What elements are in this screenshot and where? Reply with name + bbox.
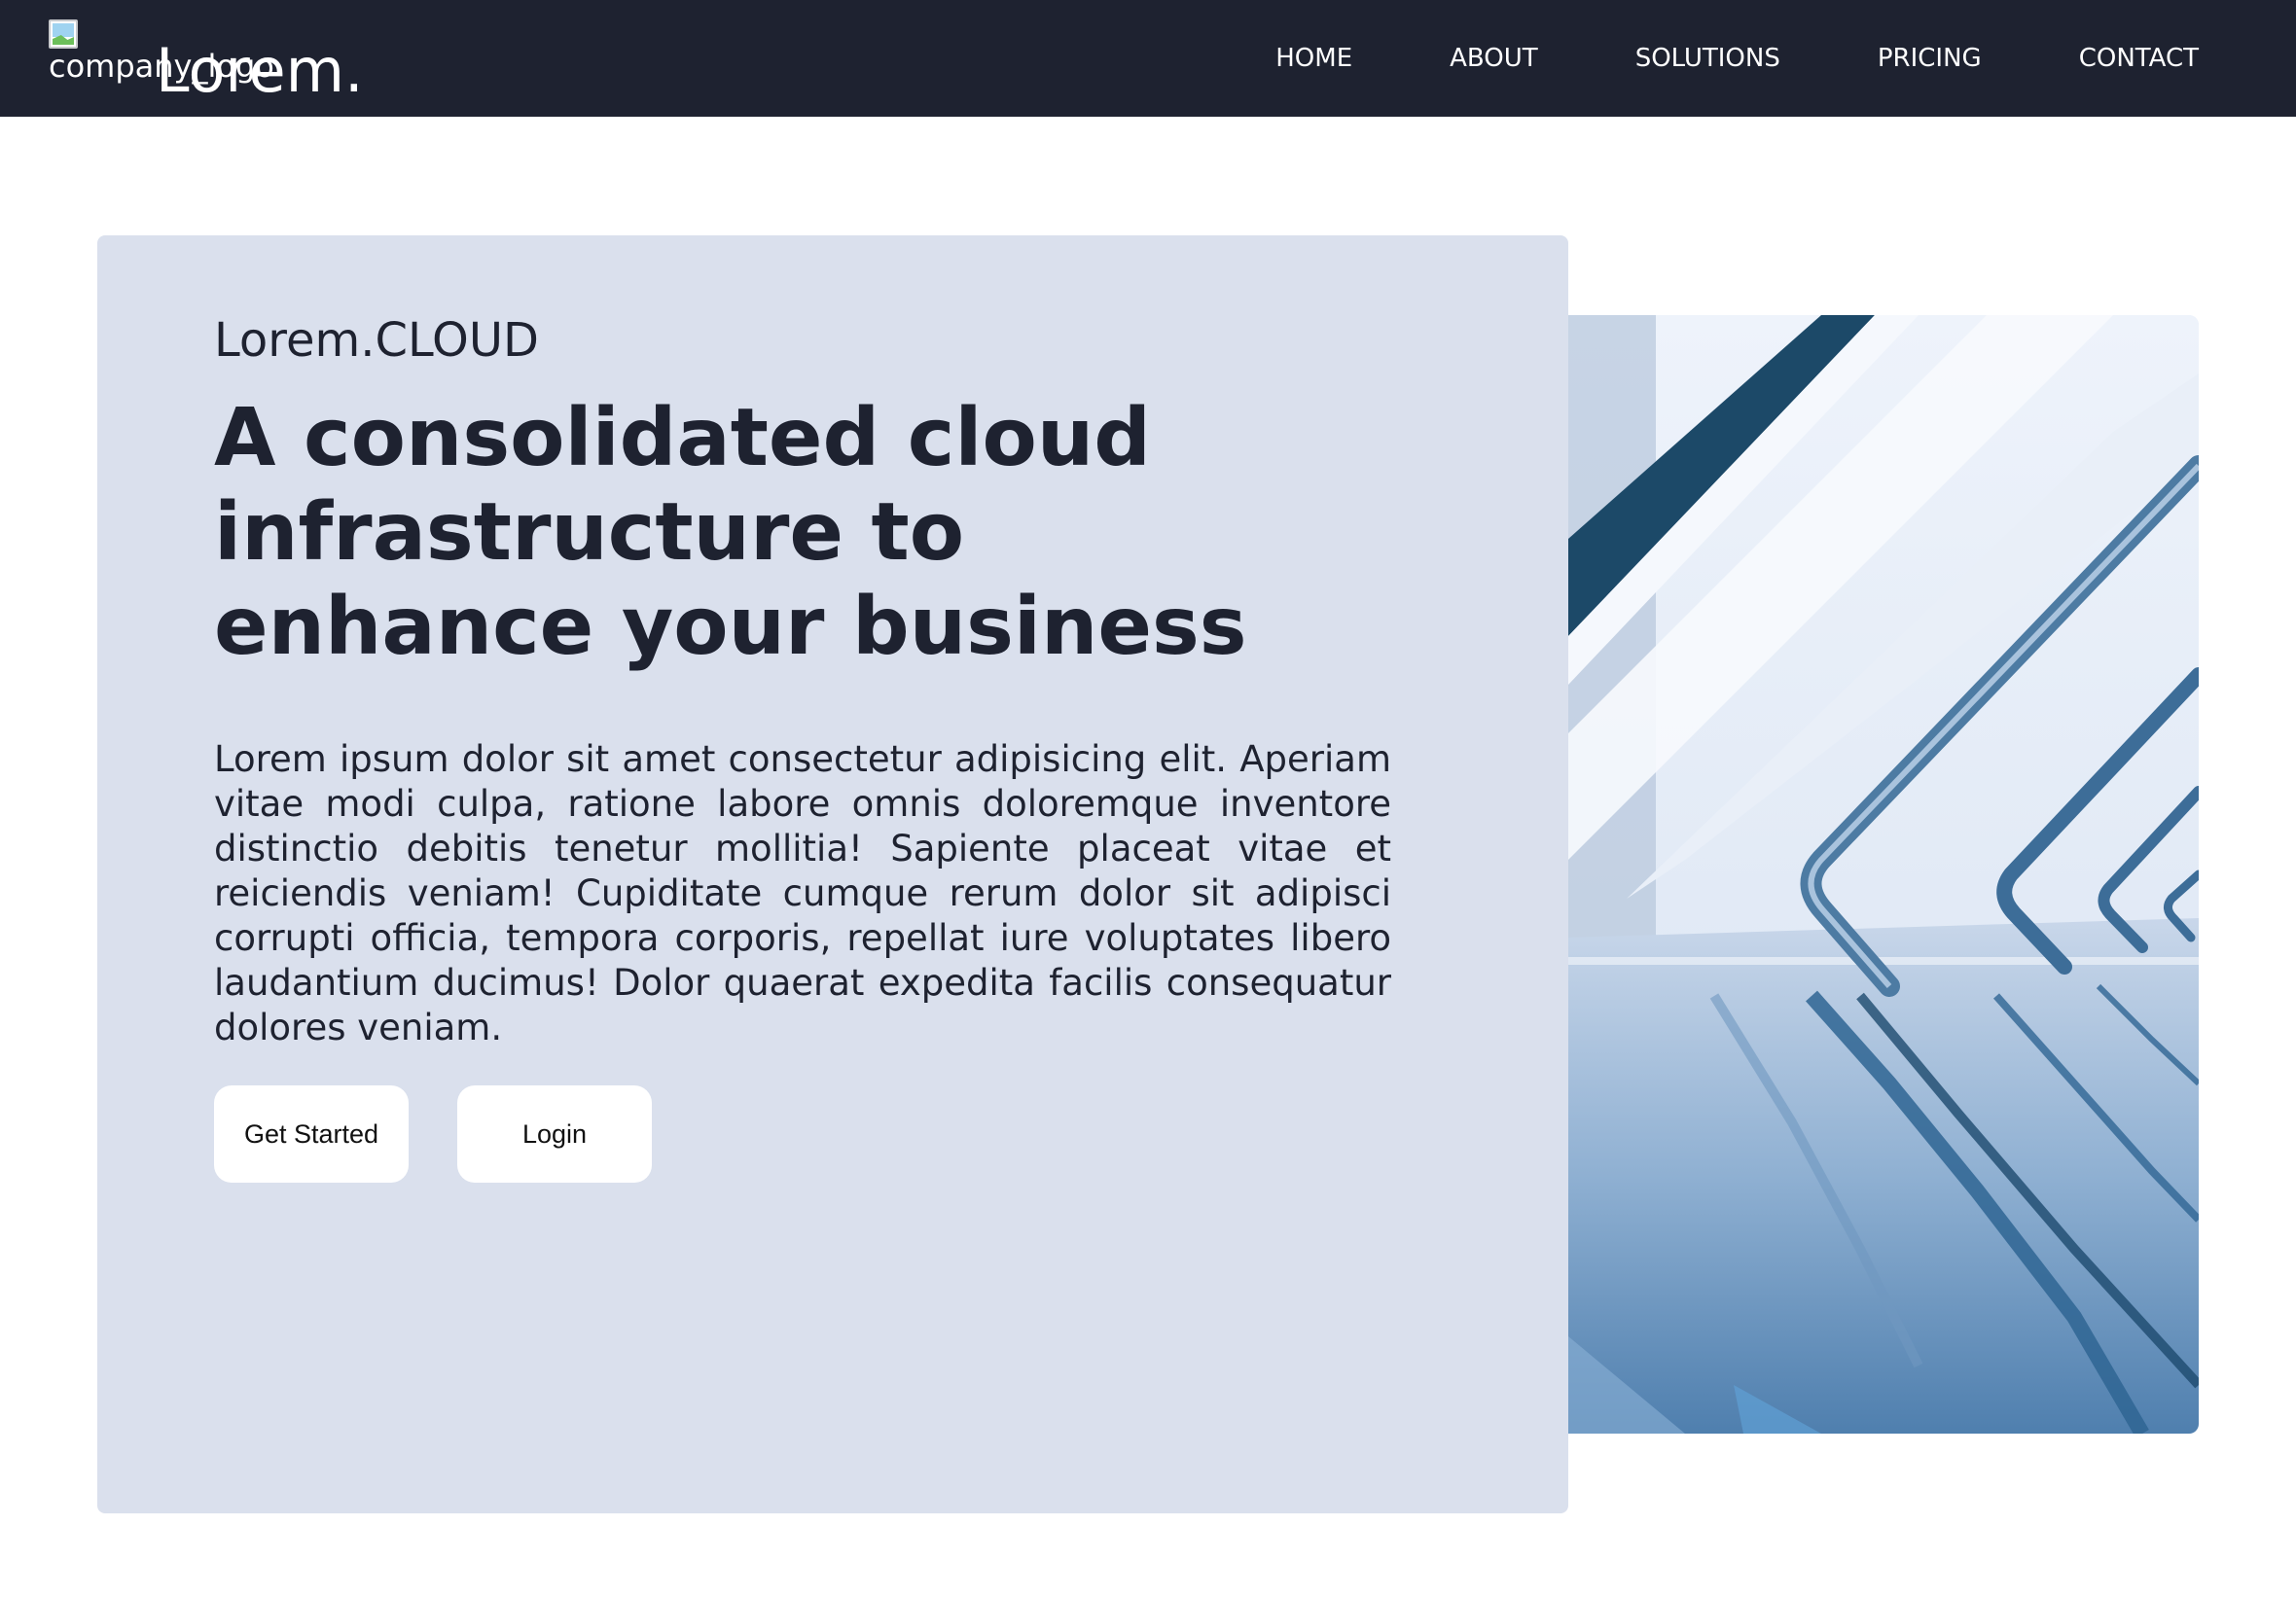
nav-link-about[interactable]: ABOUT — [1450, 44, 1538, 73]
hero-headline: A consolidated cloud infrastructure to e… — [214, 392, 1247, 673]
nav-link-solutions[interactable]: SOLUTIONS — [1635, 44, 1780, 73]
nav-link-home[interactable]: HOME — [1275, 44, 1352, 73]
nav-link-pricing[interactable]: PRICING — [1878, 44, 1982, 73]
get-started-button[interactable]: Get Started — [214, 1085, 409, 1183]
main-nav: HOME ABOUT SOLUTIONS PRICING CONTACT — [1275, 0, 2199, 117]
login-button[interactable]: Login — [457, 1085, 652, 1183]
hero-image — [1568, 315, 2199, 1434]
hero-eyebrow: Lorem.CLOUD — [214, 313, 539, 368]
nav-link-contact[interactable]: CONTACT — [2079, 44, 2199, 73]
architecture-illustration — [1568, 315, 2199, 1434]
hero-card: Lorem.CLOUD A consolidated cloud infrast… — [97, 235, 1568, 1513]
company-logo[interactable]: company_logo Lorem. — [49, 19, 364, 101]
hero-description: Lorem ipsum dolor sit amet consectetur a… — [214, 738, 1391, 1048]
navbar: company_logo Lorem. HOME ABOUT SOLUTIONS… — [0, 0, 2296, 117]
brand-name[interactable]: Lorem. — [156, 41, 364, 101]
